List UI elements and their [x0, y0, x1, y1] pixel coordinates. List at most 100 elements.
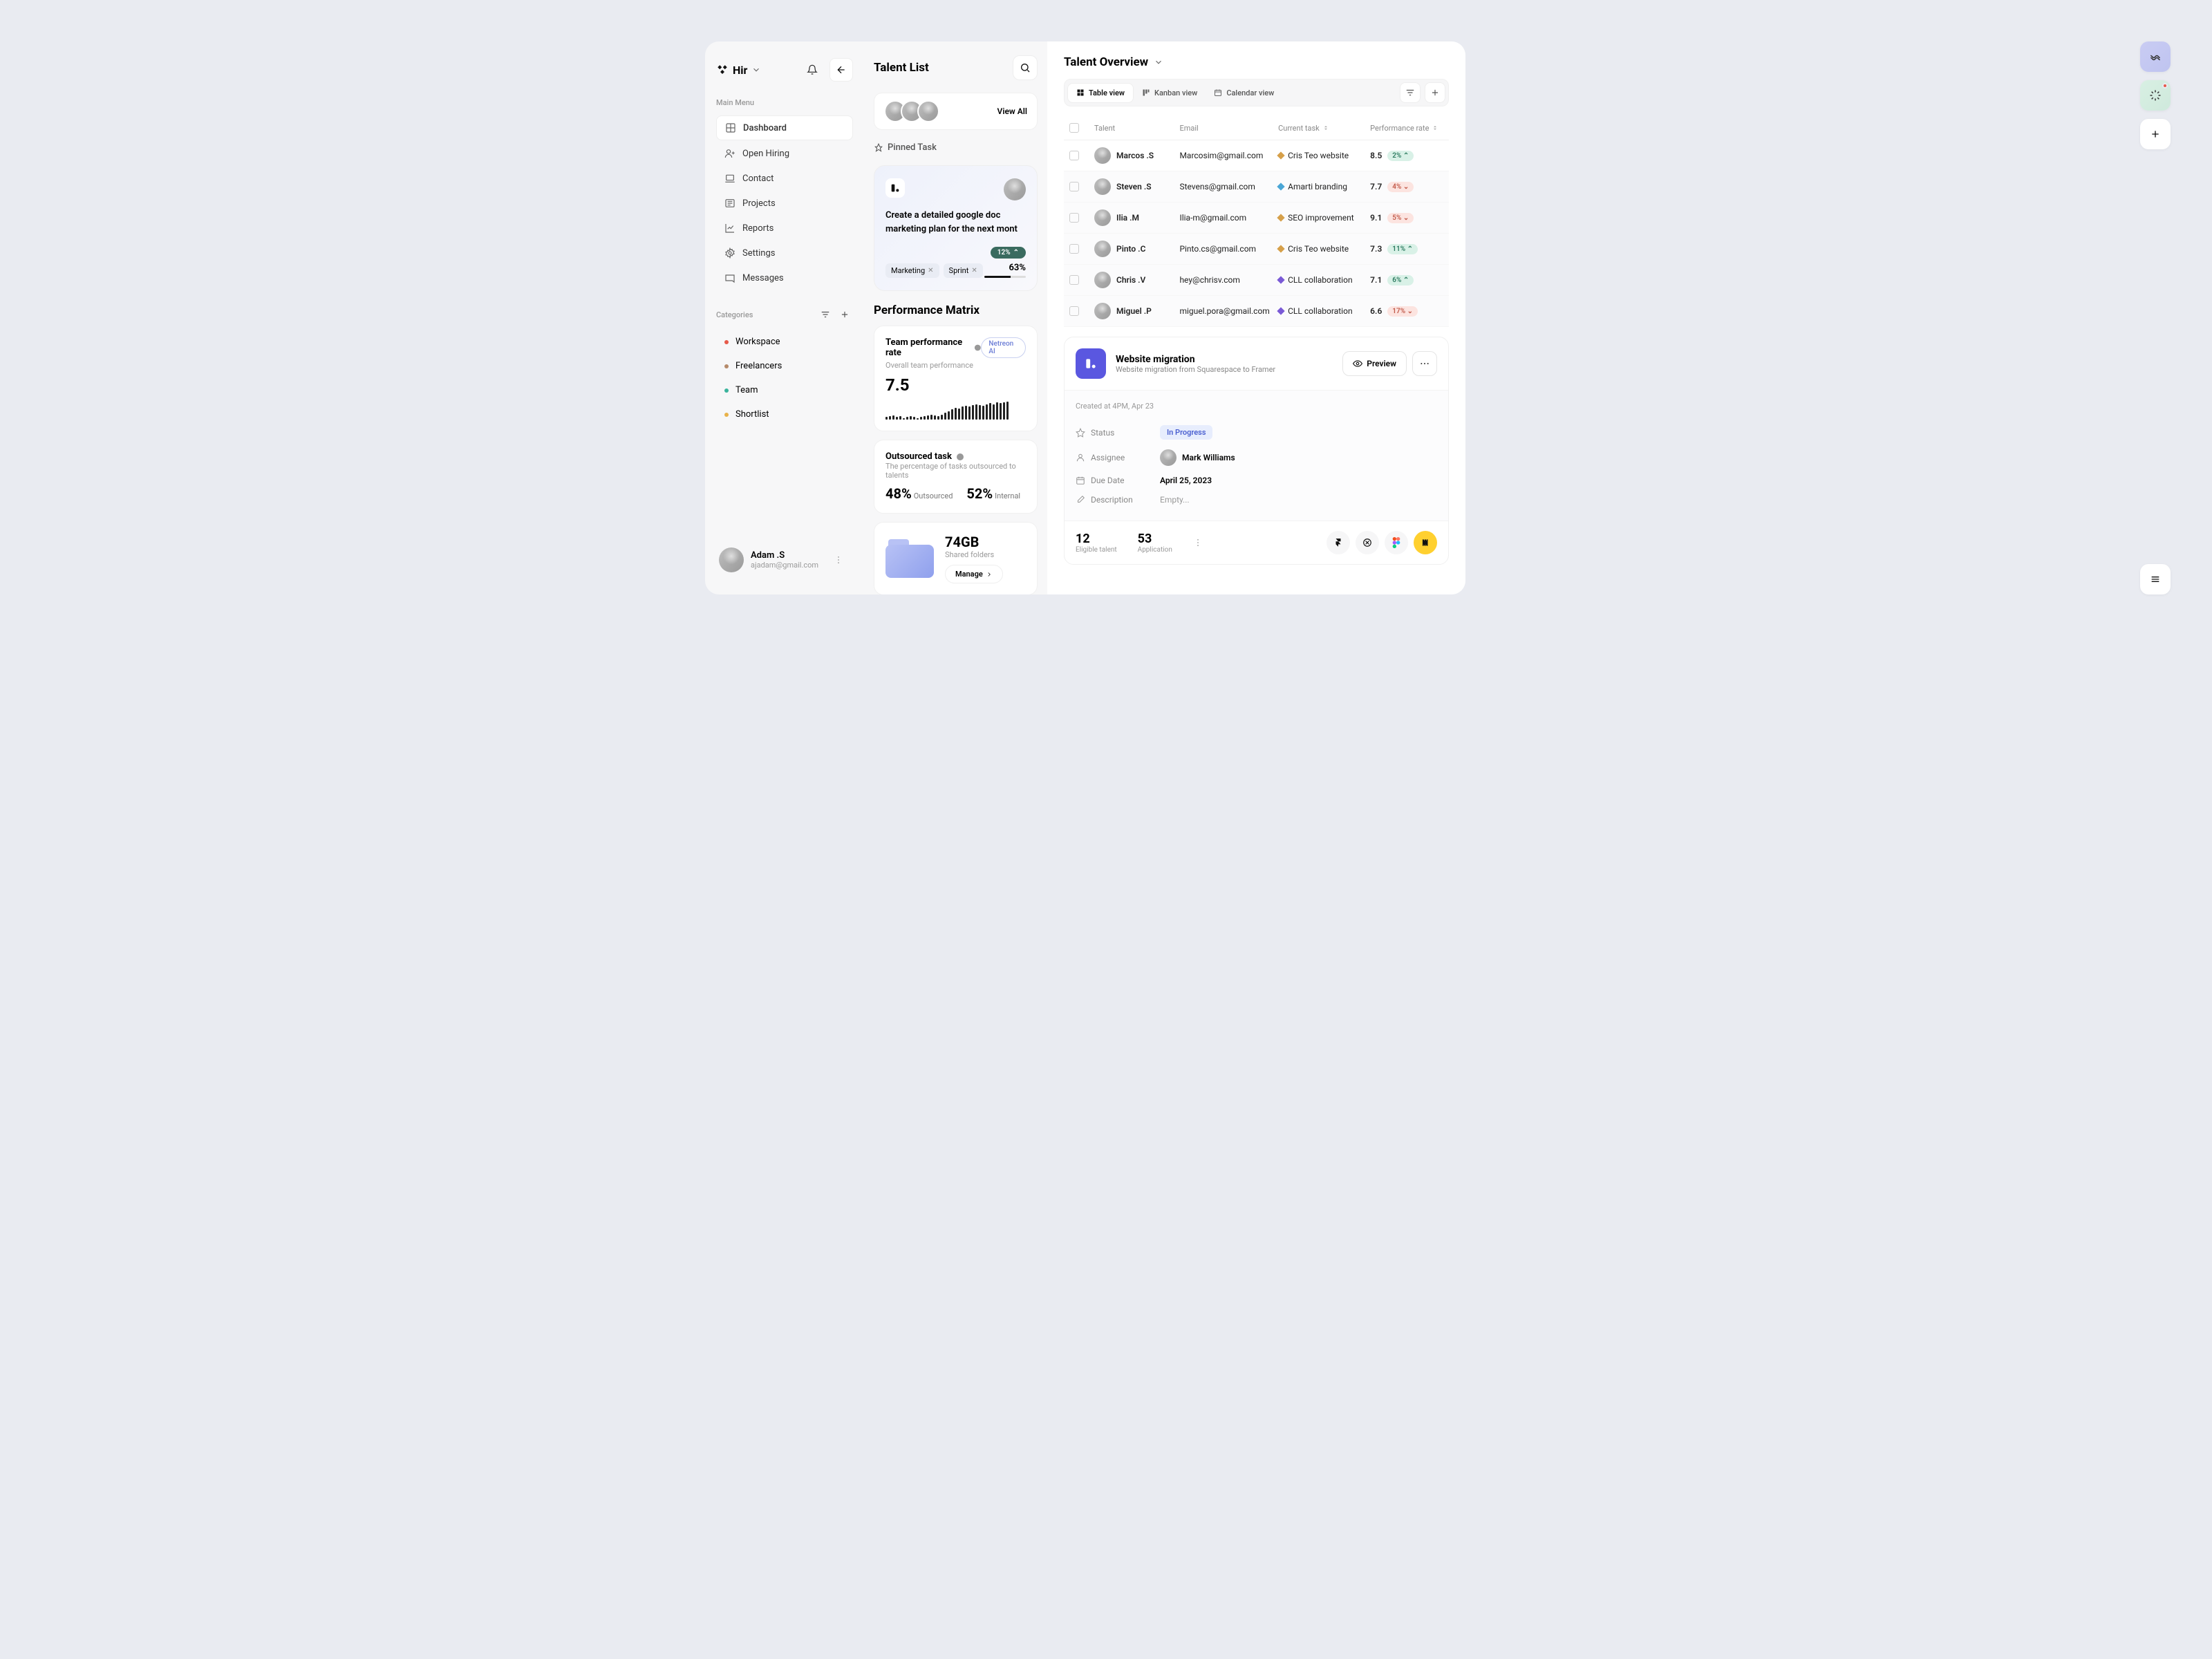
tag-remove-icon[interactable]: ✕: [971, 267, 977, 274]
nav-reports[interactable]: Reports: [716, 216, 853, 240]
nav-messages[interactable]: Messages: [716, 266, 853, 290]
stat-label: Application: [1138, 546, 1172, 554]
rail-menu-button[interactable]: [2140, 564, 2171, 594]
tag[interactable]: Sprint✕: [944, 263, 983, 278]
menu-icon: [2150, 574, 2161, 585]
tab-kanban-view[interactable]: Kanban view: [1134, 84, 1206, 102]
add-button[interactable]: [1425, 82, 1445, 103]
eye-icon: [1353, 359, 1362, 368]
search-button[interactable]: [1013, 55, 1038, 80]
row-checkbox[interactable]: [1069, 151, 1079, 160]
main-nav: Dashboard Open Hiring Contact Projects R…: [716, 115, 853, 290]
stats-more-button[interactable]: [1193, 534, 1210, 551]
user-name: Adam .S: [751, 550, 827, 561]
select-all-checkbox[interactable]: [1069, 123, 1079, 133]
talent-overview-panel: Talent Overview Table view Kanban view C…: [1047, 41, 1465, 594]
meta-assignee: Assignee Mark Williams: [1076, 444, 1437, 471]
tag[interactable]: Marketing✕: [885, 263, 939, 278]
col-current-task[interactable]: Current task: [1278, 124, 1365, 133]
bar: [896, 417, 898, 420]
miro-icon[interactable]: [1414, 531, 1437, 554]
category-shortlist[interactable]: Shortlist: [716, 404, 853, 425]
notification-dot-icon: [2162, 83, 2168, 88]
tag-remove-icon[interactable]: ✕: [928, 267, 933, 274]
bar: [993, 404, 995, 420]
notifications-button[interactable]: [800, 58, 824, 82]
app-window: Hir Main Menu Dashboard Open Hiring C: [705, 41, 1465, 594]
stat-label: Outsourced: [914, 491, 953, 500]
status-icon: [1076, 428, 1085, 438]
pinned-task-label: Pinned Task: [874, 142, 1038, 153]
rate-badge: 5% ⌄: [1387, 213, 1414, 223]
category-freelancers[interactable]: Freelancers: [716, 355, 853, 377]
add-category-button[interactable]: [836, 306, 853, 323]
overview-title: Talent Overview: [1064, 55, 1148, 69]
filter-categories-button[interactable]: [817, 306, 834, 323]
tab-calendar-view[interactable]: Calendar view: [1206, 84, 1282, 102]
nav-contact[interactable]: Contact: [716, 167, 853, 190]
row-checkbox[interactable]: [1069, 244, 1079, 254]
preview-button[interactable]: Preview: [1342, 351, 1407, 376]
back-button[interactable]: [830, 58, 853, 82]
category-list: Workspace Freelancers Team Shortlist: [716, 331, 853, 425]
category-workspace[interactable]: Workspace: [716, 331, 853, 353]
bar: [913, 417, 915, 420]
user-more-button[interactable]: [834, 552, 850, 568]
table-row[interactable]: Miguel .P miguel.pora@gmail.com CLL coll…: [1064, 296, 1449, 327]
storage-label: Shared folders: [945, 550, 1026, 559]
nav-open-hiring[interactable]: Open Hiring: [716, 142, 853, 165]
task-cell: SEO improvement: [1278, 213, 1365, 223]
talent-preview-row: View All: [874, 93, 1038, 130]
due-date-value: April 25, 2023: [1160, 476, 1212, 485]
rail-app-2[interactable]: [2140, 80, 2171, 111]
row-checkbox[interactable]: [1069, 213, 1079, 223]
table-row[interactable]: Marcos .S Marcosim@gmail.com Cris Teo we…: [1064, 140, 1449, 171]
description-value[interactable]: Empty...: [1160, 495, 1190, 505]
diamond-icon: [1277, 182, 1284, 190]
nav-label: Reports: [742, 223, 774, 234]
detail-more-button[interactable]: [1412, 351, 1437, 376]
row-checkbox[interactable]: [1069, 275, 1079, 285]
table-row[interactable]: Chris .V hey@chrisv.com CLL collaboratio…: [1064, 265, 1449, 296]
rail-app-1[interactable]: [2140, 41, 2171, 72]
user-card[interactable]: Adam .S ajadam@gmail.com: [716, 542, 853, 578]
ai-badge[interactable]: Netreon AI: [981, 337, 1026, 358]
bar: [889, 416, 891, 420]
bar: [989, 403, 991, 420]
team-performance-card[interactable]: Team performance rate Netreon AI Overall…: [874, 326, 1038, 431]
outsourced-card[interactable]: Outsourced task The percentage of tasks …: [874, 440, 1038, 514]
row-checkbox[interactable]: [1069, 306, 1079, 316]
assignee-value[interactable]: Mark Williams: [1160, 449, 1235, 466]
table-row[interactable]: Ilia .M Ilia-m@gmail.com SEO improvement…: [1064, 203, 1449, 234]
table-row[interactable]: Pinto .C Pinto.cs@gmail.com Cris Teo web…: [1064, 234, 1449, 265]
table-row[interactable]: Steven .S Stevens@gmail.com Amarti brand…: [1064, 171, 1449, 203]
rail-add-button[interactable]: [2140, 119, 2171, 149]
category-team[interactable]: Team: [716, 379, 853, 401]
bar: [975, 404, 977, 420]
pinned-task-card[interactable]: Create a detailed google doc marketing p…: [874, 165, 1038, 291]
framer-icon[interactable]: [1327, 531, 1350, 554]
view-all-link[interactable]: View All: [997, 106, 1027, 116]
manage-button[interactable]: Manage: [945, 565, 1003, 583]
bar: [996, 402, 998, 420]
detail-body: Created at 4PM, Apr 23 Status In Progres…: [1065, 390, 1448, 521]
tab-table-view[interactable]: Table view: [1067, 83, 1134, 103]
grid-icon: [725, 122, 736, 133]
figma-icon[interactable]: [1385, 531, 1408, 554]
nav-projects[interactable]: Projects: [716, 191, 853, 215]
bar: [972, 405, 974, 420]
row-checkbox[interactable]: [1069, 182, 1079, 191]
filter-button[interactable]: [1400, 82, 1421, 103]
col-email[interactable]: Email: [1179, 124, 1273, 133]
folder-icon: [885, 539, 934, 578]
storage-card[interactable]: 74GB Shared folders Manage: [874, 522, 1038, 594]
squarespace-icon[interactable]: [1356, 531, 1379, 554]
nav-settings[interactable]: Settings: [716, 241, 853, 265]
meta-due-date: Due Date April 25, 2023: [1076, 471, 1437, 490]
chevron-down-icon[interactable]: [1154, 57, 1163, 67]
brand[interactable]: Hir: [716, 64, 795, 77]
nav-dashboard[interactable]: Dashboard: [716, 115, 853, 140]
col-talent[interactable]: Talent: [1094, 124, 1174, 133]
avatar-group: [884, 100, 939, 122]
col-performance-rate[interactable]: Performance rate: [1370, 124, 1443, 133]
